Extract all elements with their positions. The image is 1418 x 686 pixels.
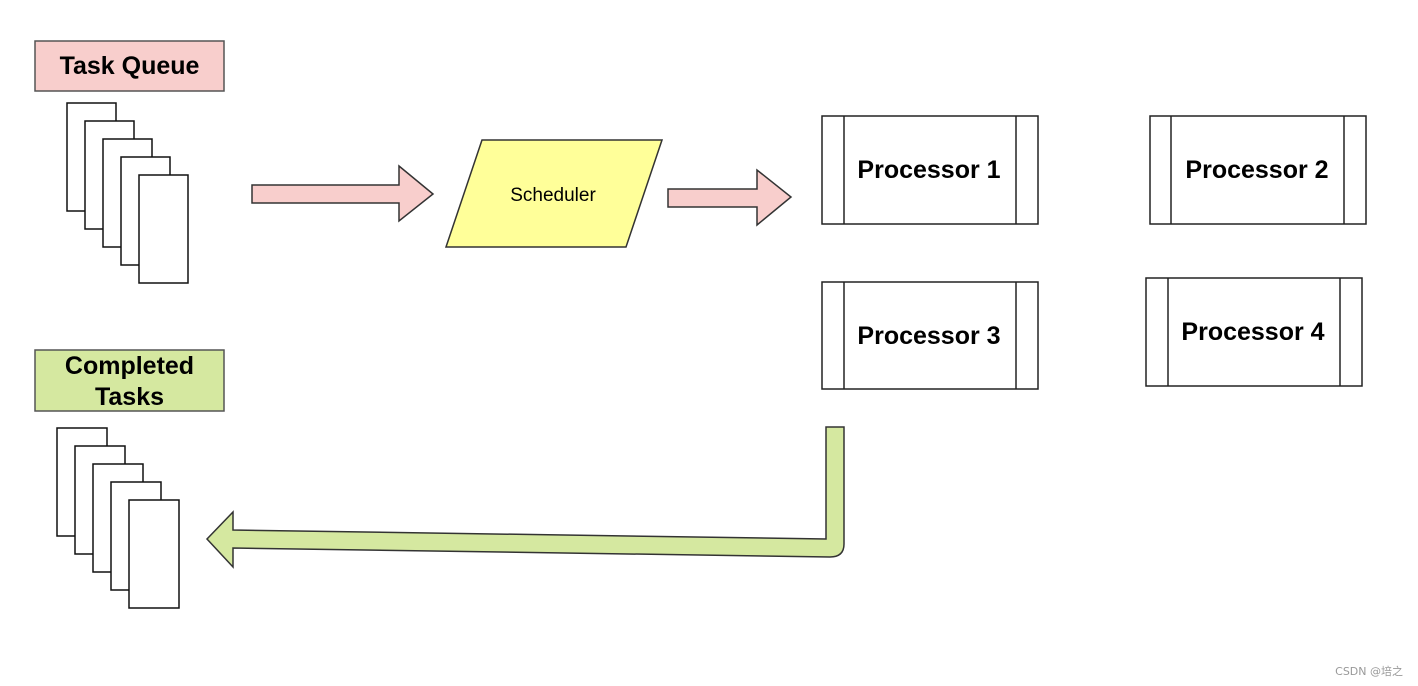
- watermark: CSDN @培之: [1335, 664, 1403, 678]
- diagram-svg: Task Queue Scheduler Processor 1 Process…: [34, 40, 1403, 678]
- arrow-queue-to-scheduler: [251, 164, 435, 223]
- processor-3-label: Processor 3: [857, 322, 1000, 350]
- completed-tasks-label-line2: Tasks: [95, 383, 164, 411]
- arrow-scheduler-to-processor: [667, 168, 793, 227]
- processor-4-label: Processor 4: [1181, 318, 1324, 346]
- completed-tasks-label-box: Completed Tasks: [34, 349, 225, 412]
- completed-tasks-page-5: [128, 499, 180, 609]
- processor-3[interactable]: Processor 3: [821, 281, 1039, 390]
- task-queue-page-5: [138, 174, 189, 284]
- completed-tasks-stack: [56, 427, 180, 609]
- arrow-processor-to-completed: [205, 426, 845, 569]
- scheduler-node[interactable]: Scheduler: [444, 139, 664, 248]
- processor-1[interactable]: Processor 1: [821, 115, 1039, 225]
- processor-1-label: Processor 1: [857, 156, 1000, 184]
- task-queue-label: Task Queue: [60, 52, 200, 80]
- scheduler-label: Scheduler: [510, 185, 596, 206]
- processor-2[interactable]: Processor 2: [1149, 115, 1367, 225]
- task-queue-stack: [66, 102, 189, 284]
- processor-2-label: Processor 2: [1185, 156, 1328, 184]
- task-queue-label-box: Task Queue: [34, 40, 225, 92]
- diagram-canvas: Task Queue Scheduler Processor 1 Process…: [0, 0, 1418, 686]
- processor-4[interactable]: Processor 4: [1145, 277, 1363, 387]
- completed-tasks-label-line1: Completed: [65, 352, 194, 380]
